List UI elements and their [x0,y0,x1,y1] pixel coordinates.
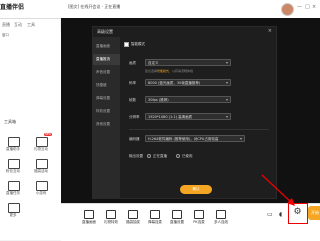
annotation-arrow [261,174,295,206]
